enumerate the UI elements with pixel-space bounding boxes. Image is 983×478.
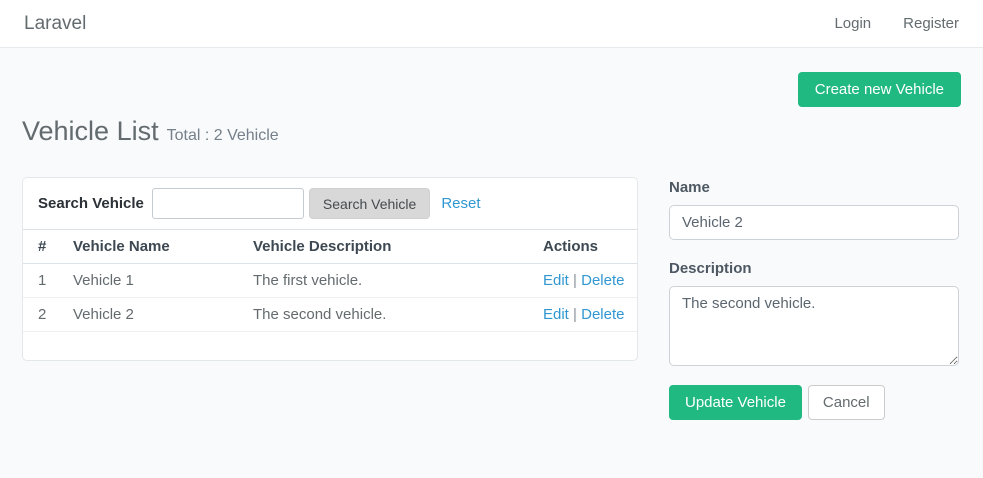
reset-link[interactable]: Reset: [441, 195, 480, 212]
column-header-num: #: [23, 230, 65, 264]
vehicle-table: # Vehicle Name Vehicle Description Actio…: [23, 229, 637, 332]
cell-description: The second vehicle.: [245, 298, 535, 332]
name-label: Name: [669, 179, 959, 196]
vehicle-edit-form: Name Description The second vehicle. Upd…: [669, 177, 959, 420]
link-separator: |: [573, 306, 577, 323]
delete-link[interactable]: Delete: [581, 306, 624, 323]
create-new-vehicle-button[interactable]: Create new Vehicle: [798, 72, 961, 107]
main-content: Create new Vehicle Vehicle List Total : 2…: [0, 48, 983, 420]
page-subtitle: Total : 2 Vehicle: [167, 127, 279, 144]
cell-actions: Edit | Delete: [535, 264, 637, 298]
update-vehicle-button[interactable]: Update Vehicle: [669, 385, 802, 420]
table-row: 2 Vehicle 2 The second vehicle. Edit | D…: [23, 298, 637, 332]
form-buttons: Update Vehicle Cancel: [669, 385, 959, 420]
edit-link[interactable]: Edit: [543, 306, 569, 323]
vehicle-list-card: Search Vehicle Search Vehicle Reset # Ve…: [22, 177, 638, 361]
navbar: Laravel Login Register: [0, 0, 983, 48]
content-row: Search Vehicle Search Vehicle Reset # Ve…: [22, 177, 961, 420]
cell-num: 1: [23, 264, 65, 298]
search-button[interactable]: Search Vehicle: [309, 188, 430, 219]
cell-num: 2: [23, 298, 65, 332]
page-title-text: Vehicle List: [22, 116, 159, 146]
table-row: 1 Vehicle 1 The first vehicle. Edit | De…: [23, 264, 637, 298]
card-spacer: [23, 332, 637, 360]
edit-link[interactable]: Edit: [543, 272, 569, 289]
cell-description: The first vehicle.: [245, 264, 535, 298]
delete-link[interactable]: Delete: [581, 272, 624, 289]
cell-name: Vehicle 1: [65, 264, 245, 298]
column-header-actions: Actions: [535, 230, 637, 264]
search-label: Search Vehicle: [38, 195, 144, 212]
description-group: Description The second vehicle.: [669, 260, 959, 370]
description-field[interactable]: The second vehicle.: [669, 286, 959, 366]
search-bar: Search Vehicle Search Vehicle Reset: [23, 178, 637, 229]
cell-actions: Edit | Delete: [535, 298, 637, 332]
column-header-description: Vehicle Description: [245, 230, 535, 264]
login-link[interactable]: Login: [834, 15, 871, 32]
link-separator: |: [573, 272, 577, 289]
brand-link[interactable]: Laravel: [24, 13, 86, 35]
description-label: Description: [669, 260, 959, 277]
page-title: Vehicle List Total : 2 Vehicle: [22, 116, 961, 147]
cell-name: Vehicle 2: [65, 298, 245, 332]
column-header-name: Vehicle Name: [65, 230, 245, 264]
cancel-button[interactable]: Cancel: [808, 385, 885, 420]
search-input[interactable]: [152, 188, 304, 219]
register-link[interactable]: Register: [903, 15, 959, 32]
name-field[interactable]: [669, 205, 959, 240]
navbar-links: Login Register: [834, 15, 959, 32]
table-header-row: # Vehicle Name Vehicle Description Actio…: [23, 230, 637, 264]
